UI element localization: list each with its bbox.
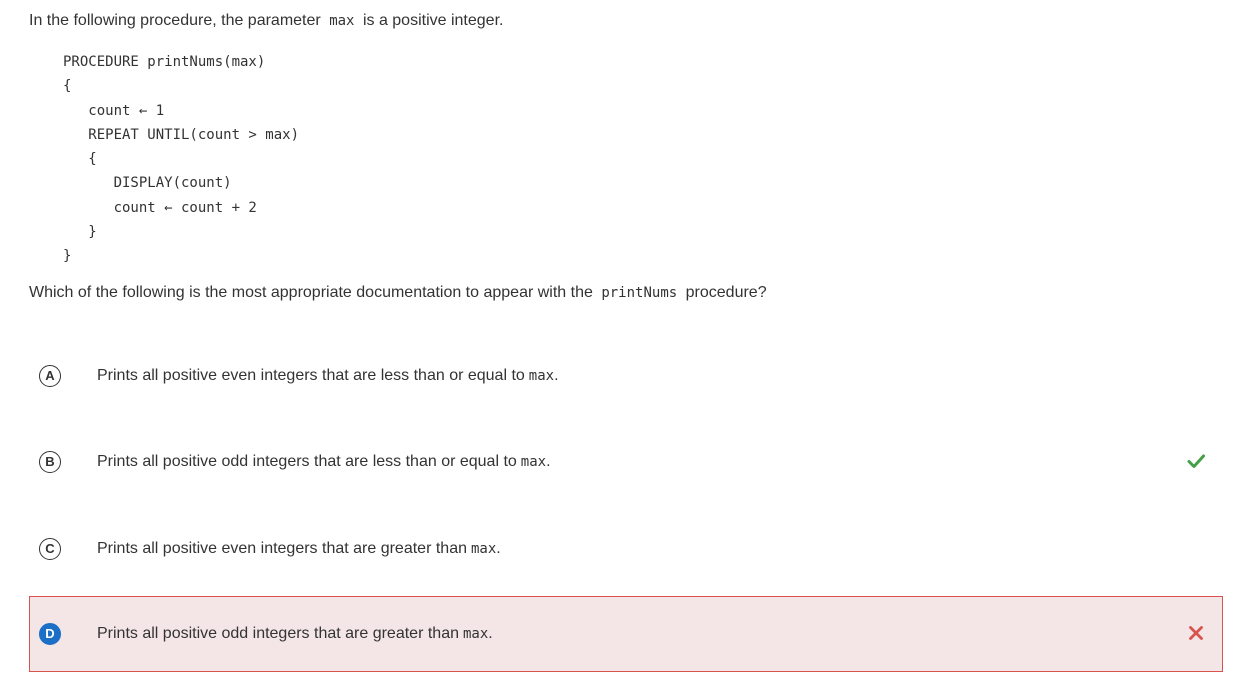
choice-d-text: Prints all positive odd integers that ar…: [97, 625, 459, 642]
code-line: count ← 1: [63, 102, 165, 119]
choice-a-text: Prints all positive even integers that a…: [97, 367, 525, 384]
choice-b-code: max: [520, 454, 547, 470]
prompt-text-after: is a positive integer.: [362, 12, 504, 29]
choice-c-suffix: .: [496, 540, 501, 557]
choice-b-suffix: .: [546, 453, 551, 470]
prompt-param-code: max: [329, 13, 355, 29]
question-text: Which of the following is the most appro…: [29, 283, 767, 303]
code-line: {: [63, 151, 97, 168]
question-prompt: In the following procedure, the paramete…: [29, 11, 503, 31]
choice-text-d: Prints all positive odd integers that ar…: [97, 624, 493, 644]
choice-a-code: max: [528, 368, 555, 384]
choice-letter-d: D: [39, 623, 61, 645]
checkmark-icon: [1187, 454, 1205, 468]
code-line: PROCEDURE printNums(max): [63, 54, 266, 70]
choice-d-suffix: .: [488, 625, 493, 642]
choice-letter-b: B: [39, 451, 61, 473]
question-proc-code: printNums: [601, 285, 678, 301]
code-block: PROCEDURE printNums(max) { count ← 1 REP…: [63, 50, 299, 269]
prompt-text-before: In the following procedure, the paramete…: [29, 12, 321, 29]
choice-letter-c: C: [39, 538, 61, 560]
code-line: DISPLAY(count): [63, 175, 232, 192]
choice-c-text: Prints all positive even integers that a…: [97, 540, 467, 557]
x-mark-icon: [1189, 626, 1203, 640]
code-line: {: [63, 78, 72, 95]
answer-choice-d[interactable]: D Prints all positive odd integers that …: [29, 596, 1223, 672]
choice-text-c: Prints all positive even integers that a…: [97, 539, 501, 559]
answer-choice-a[interactable]: A Prints all positive even integers that…: [29, 338, 1223, 414]
choice-b-text: Prints all positive odd integers that ar…: [97, 453, 517, 470]
choice-a-suffix: .: [554, 367, 559, 384]
question-text-after: procedure?: [685, 284, 767, 301]
choice-c-code: max: [470, 541, 497, 557]
choice-d-code: max: [462, 626, 489, 642]
question-text-before: Which of the following is the most appro…: [29, 284, 593, 301]
code-line: REPEAT UNTIL(count > max): [63, 126, 300, 143]
answer-choice-c[interactable]: C Prints all positive even integers that…: [29, 511, 1223, 587]
code-line: }: [63, 248, 72, 265]
code-line: count ← count + 2: [63, 199, 257, 216]
answer-choice-b[interactable]: B Prints all positive odd integers that …: [29, 424, 1223, 500]
choice-text-a: Prints all positive even integers that a…: [97, 366, 559, 386]
choice-text-b: Prints all positive odd integers that ar…: [97, 452, 551, 472]
code-line: }: [63, 224, 97, 241]
choice-letter-a: A: [39, 365, 61, 387]
